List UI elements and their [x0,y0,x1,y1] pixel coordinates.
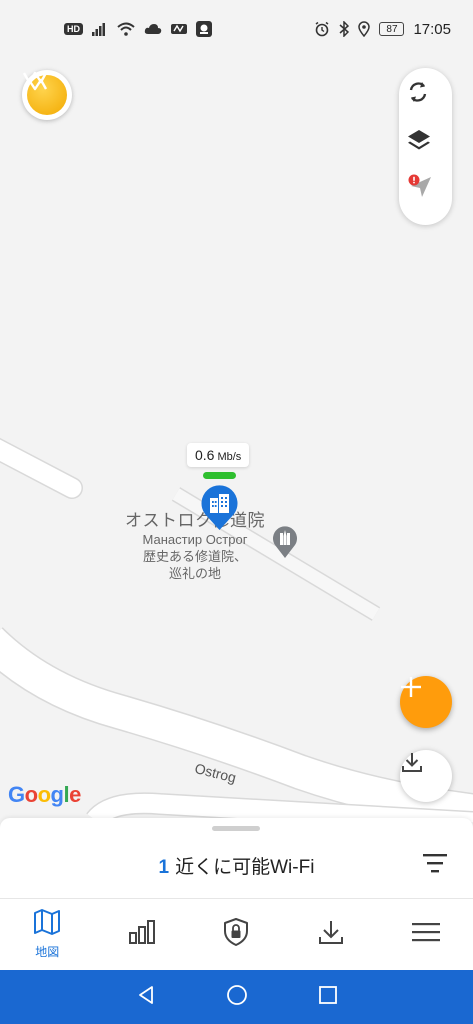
cloud-icon [144,23,162,35]
bar-chart-icon [128,919,156,950]
add-hotspot-button[interactable] [400,676,452,728]
system-nav-bar [0,970,473,1024]
place-line-3: 巡礼の地 [168,566,221,581]
map-controls [399,68,452,225]
menu-icon [411,920,441,949]
back-icon [135,984,157,1011]
speed-unit: Mb/s [217,451,242,463]
locate-button[interactable] [406,174,446,214]
bluetooth-icon [339,21,350,37]
nav-recents-button[interactable] [313,982,343,1012]
home-icon [225,983,249,1012]
place-line-1: Манастир Острог [142,532,248,547]
tab-menu[interactable] [378,899,473,970]
tab-stats[interactable] [95,899,190,970]
speed-value: 0.6 [195,447,215,463]
place-marker[interactable] [271,524,299,560]
hd-badge: HD [64,23,83,35]
filter-button[interactable] [420,852,450,874]
map-icon [33,909,61,940]
status-bar: HD 87 17:05 [0,0,473,58]
app-logo-icon [22,71,67,115]
tab-downloads[interactable] [284,899,379,970]
status-time: 17:05 [413,20,451,38]
tab-bar: 地図 [0,898,473,970]
alarm-icon [314,21,330,37]
nav-home-button[interactable] [222,982,252,1012]
nearby-wifi-sheet[interactable]: 1 近くに可能Wi-Fi [0,818,473,898]
location-icon [358,21,371,37]
signal-icon [92,22,108,36]
sheet-handle[interactable] [212,826,260,831]
layers-button[interactable] [406,127,446,167]
wifi-icon [117,22,135,36]
nearby-count: 1 [158,857,170,878]
refresh-button[interactable] [406,80,446,120]
building-icon [201,485,238,530]
wifi-hotspot-pin[interactable] [199,484,240,532]
google-logo: Google [8,782,81,807]
recents-icon [317,984,339,1011]
place-labels: オストロク修道院 Манастир Острог 歴史ある修道院、 巡礼の地 [100,506,290,582]
speed-indicator-bar [203,472,236,479]
download-tab-icon [317,918,345,951]
download-map-button[interactable] [400,750,452,802]
speed-label: 0.6 Mb/s [187,443,250,467]
shield-lock-icon [222,917,250,952]
sheet-title: 1 近くに可能Wi-Fi [0,852,473,879]
tab-map[interactable]: 地図 [0,899,95,970]
place-title: オストロク修道院 [125,511,265,530]
app-notification-icon [171,23,187,35]
place-line-2: 歴史ある修道院、 [142,549,247,564]
filter-icon [420,854,450,878]
church-icon [273,526,297,558]
tab-security[interactable] [189,899,284,970]
sheet-title-text: 近くに可能Wi-Fi [175,857,315,878]
app-badge-icon [196,21,212,37]
map-view[interactable]: 0.6 Mb/s オストロク修道院 Манастир Острог 歴史ある修道… [0,0,473,822]
status-right: 87 17:05 [314,21,451,38]
app-logo-button[interactable] [22,70,72,120]
nav-back-button[interactable] [131,982,161,1012]
tab-map-label: 地図 [35,945,60,959]
status-left: HD [64,21,212,37]
battery-icon: 87 [379,22,405,36]
